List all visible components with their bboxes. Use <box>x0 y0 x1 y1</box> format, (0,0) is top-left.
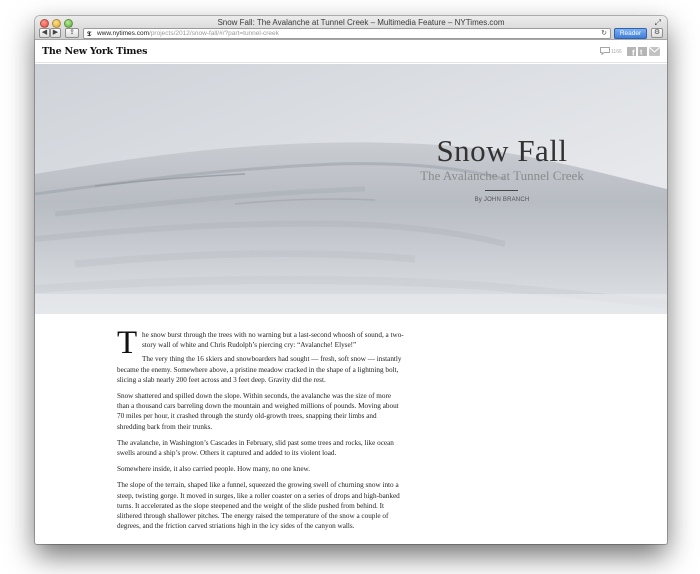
email-icon[interactable] <box>649 47 660 58</box>
forward-button[interactable]: ▶ <box>50 28 61 38</box>
browser-window: Snow Fall: The Avalanche at Tunnel Creek… <box>35 16 667 544</box>
article-paragraph: Somewhere inside, it also carried people… <box>117 465 311 474</box>
article-paragraph: The avalanche, in Washington’s Cascades … <box>117 438 394 458</box>
svg-text:f: f <box>632 49 635 57</box>
zoom-window-button[interactable] <box>64 19 73 28</box>
drop-cap: T <box>117 330 138 361</box>
comment-count[interactable]: 1166 <box>611 49 622 55</box>
hero-title: Snow Fall <box>436 133 568 168</box>
title-divider <box>485 190 518 191</box>
article-paragraph: The very thing the 16 skiers and snowboa… <box>117 355 402 384</box>
share-button[interactable]: ⇪ <box>65 28 79 38</box>
nyt-logo[interactable]: The New York Times <box>42 46 147 57</box>
url-path: /projects/2012/snow-fall/#/?part=tunnel-… <box>149 30 279 37</box>
url-host: www.nytimes.com <box>97 30 150 37</box>
close-window-button[interactable] <box>40 19 49 28</box>
minimize-window-button[interactable] <box>52 19 61 28</box>
snow-slope-illustration <box>35 64 667 314</box>
twitter-icon[interactable]: t <box>638 47 647 58</box>
article-body: T he snow burst through the trees with n… <box>117 330 405 544</box>
window-title: Snow Fall: The Avalanche at Tunnel Creek… <box>217 18 505 27</box>
reload-icon[interactable]: ↻ <box>601 29 607 38</box>
byline: By JOHN BRANCH <box>474 197 530 203</box>
back-button[interactable]: ◀ <box>39 28 50 38</box>
facebook-icon[interactable]: f <box>627 47 636 58</box>
hero-subtitle: The Avalanche at Tunnel Creek <box>420 168 584 183</box>
nyt-favicon-icon: 𝕿 <box>87 29 92 38</box>
hero-image: Snow Fall The Avalanche at Tunnel Creek … <box>35 64 667 314</box>
address-bar[interactable]: 𝕿 www.nytimes.com/projects/2012/snow-fal… <box>83 28 611 39</box>
settings-gear-button[interactable]: ⚙ <box>651 28 663 38</box>
article-paragraph: Snow shattered and spilled down the slop… <box>117 392 399 431</box>
comment-icon[interactable] <box>600 47 610 57</box>
article-paragraph: The slope of the terrain, shaped like a … <box>117 481 400 531</box>
paragraph-text: he snow burst through the trees with no … <box>142 331 404 350</box>
reader-button[interactable]: Reader <box>614 28 647 39</box>
title-bar: Snow Fall: The Avalanche at Tunnel Creek… <box>35 16 667 40</box>
fullscreen-icon[interactable]: ⤢ <box>655 18 661 28</box>
site-header: The New York Times 1166 f t <box>35 41 667 63</box>
article-paragraph: T he snow burst through the trees with n… <box>117 330 405 360</box>
